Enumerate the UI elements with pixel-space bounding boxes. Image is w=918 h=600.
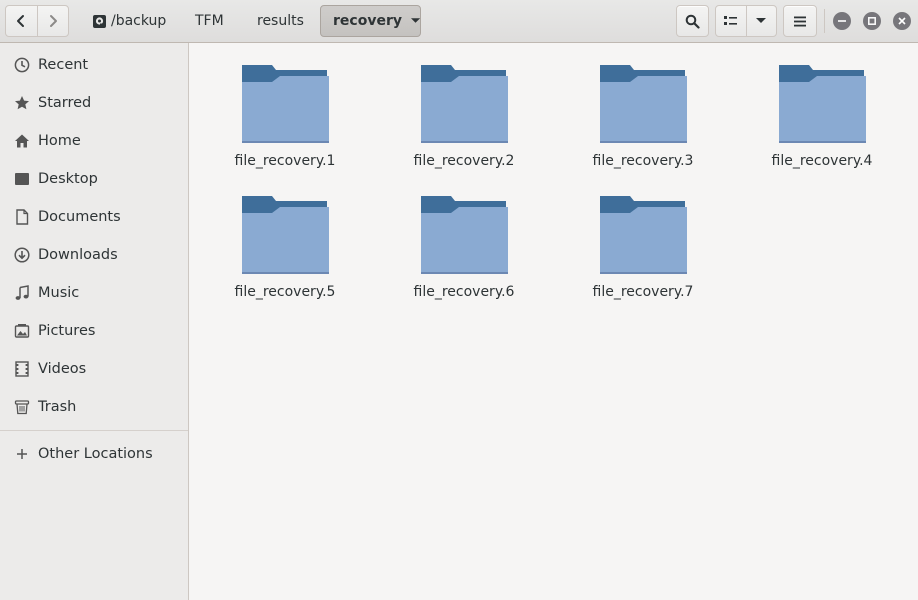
folder-item[interactable]: file_recovery.4 [752,63,892,183]
sidebar-item-label: Recent [38,57,89,73]
maximize-button[interactable] [863,12,881,30]
caret-down-icon [756,18,767,23]
folder-name: file_recovery.6 [413,284,515,300]
sidebar-item-documents[interactable]: Documents [0,198,188,236]
folder-name: file_recovery.5 [234,284,336,300]
sidebar-item-starred[interactable]: Starred [0,84,188,122]
minimize-button[interactable] [833,12,851,30]
desktop-icon [13,170,31,188]
sidebar-item-label: Downloads [38,247,118,263]
sidebar-item-other-locations[interactable]: Other Locations [0,435,188,473]
folder-item[interactable]: file_recovery.7 [573,194,713,314]
folder-icon [779,65,866,143]
sidebar-item-downloads[interactable]: Downloads [0,236,188,274]
breadcrumb-label: /backup [111,13,167,29]
folder-item[interactable]: file_recovery.2 [394,63,534,183]
folder-icon [242,65,329,143]
folder-name: file_recovery.4 [771,153,873,169]
close-button[interactable] [893,12,911,30]
hamburger-icon [794,16,806,26]
breadcrumb-results[interactable]: results [249,5,312,37]
document-icon [13,208,31,226]
sidebar-item-label: Pictures [38,323,96,339]
folder-icon [421,65,508,143]
navigation-buttons [5,5,69,37]
sidebar-item-label: Documents [38,209,121,225]
sidebar-separator [0,430,188,431]
breadcrumb-backup[interactable]: /backup [84,5,170,37]
download-icon [13,246,31,264]
chevron-left-icon [17,15,25,27]
sidebar-item-label: Other Locations [38,446,153,462]
star-icon [13,94,31,112]
search-icon [685,14,700,29]
drive-icon [93,14,106,28]
folder-item[interactable]: file_recovery.1 [215,63,355,183]
folder-item[interactable]: file_recovery.6 [394,194,534,314]
sidebar-item-label: Desktop [38,171,98,187]
folder-name: file_recovery.7 [592,284,694,300]
music-icon [13,284,31,302]
sidebar-item-recent[interactable]: Recent [0,46,188,84]
clock-icon [13,56,31,74]
folder-icon [421,196,508,274]
sidebar-item-pictures[interactable]: Pictures [0,312,188,350]
folder-name: file_recovery.3 [592,153,694,169]
sidebar-item-label: Starred [38,95,92,111]
view-options [715,5,777,37]
folder-icon [600,65,687,143]
search-button[interactable] [676,5,709,37]
sidebar-item-label: Music [38,285,80,301]
breadcrumb-label: results [257,13,304,29]
forward-button[interactable] [36,6,69,36]
folder-name: file_recovery.2 [413,153,515,169]
sidebar-item-label: Videos [38,361,87,377]
sidebar-item-music[interactable]: Music [0,274,188,312]
back-button[interactable] [6,6,37,36]
breadcrumb-label: recovery [333,13,402,29]
header-bar: /backup TFM results recovery [0,0,918,43]
sidebar: Recent Starred Home Desktop Documents Do… [0,43,189,600]
sidebar-item-videos[interactable]: Videos [0,350,188,388]
video-icon [13,360,31,378]
header-separator [824,9,825,33]
home-icon [13,132,31,150]
minimize-icon [838,20,846,22]
view-toggle-button[interactable] [716,6,746,36]
folder-name: file_recovery.1 [234,153,336,169]
folder-icon [242,196,329,274]
file-grid: file_recovery.1 file_recovery.2 file_rec… [189,43,918,600]
view-dropdown-button[interactable] [745,6,776,36]
close-icon [898,17,906,25]
breadcrumb-tfm[interactable]: TFM [187,5,232,37]
caret-down-icon [410,18,420,23]
folder-icon [600,196,687,274]
sidebar-item-desktop[interactable]: Desktop [0,160,188,198]
breadcrumb-recovery[interactable]: recovery [320,5,421,37]
pictures-icon [13,322,31,340]
chevron-right-icon [49,15,57,27]
list-view-icon [723,16,737,25]
breadcrumb-label: TFM [195,13,224,29]
sidebar-item-home[interactable]: Home [0,122,188,160]
menu-button[interactable] [783,5,817,37]
sidebar-item-label: Trash [38,399,77,415]
maximize-icon [868,17,876,25]
sidebar-item-trash[interactable]: Trash [0,388,188,426]
trash-icon [13,398,31,416]
folder-item[interactable]: file_recovery.3 [573,63,713,183]
sidebar-item-label: Home [38,133,81,149]
folder-item[interactable]: file_recovery.5 [215,194,355,314]
plus-icon [13,445,31,463]
